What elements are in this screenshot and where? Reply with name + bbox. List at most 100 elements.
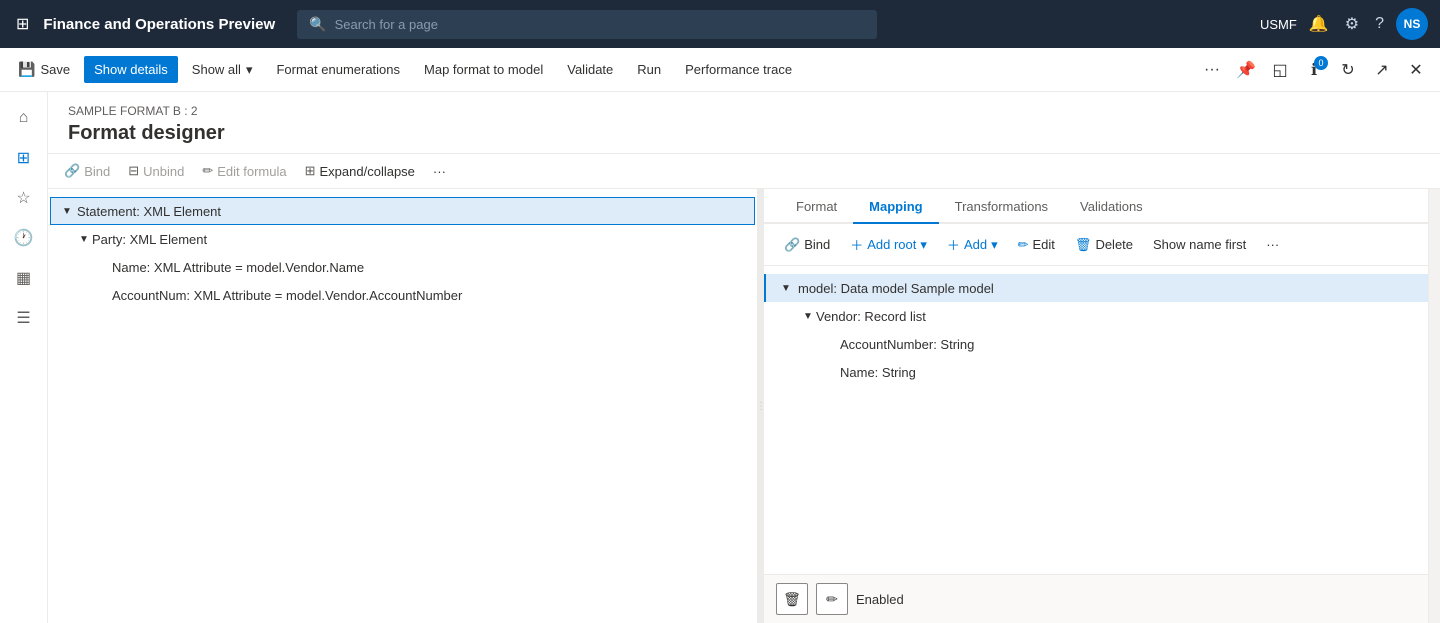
map-format-to-model-button[interactable]: Map format to model	[414, 56, 553, 83]
list-item[interactable]: ▷ Name: String	[764, 358, 1428, 386]
tree-toggle-icon: ▼	[800, 311, 816, 322]
refresh-icon[interactable]: ↻	[1332, 54, 1364, 86]
expand-collapse-button[interactable]: ⊞ Expand/collapse	[297, 158, 423, 184]
page-title: Format designer	[68, 122, 1420, 145]
edit-icon: ✏	[1018, 237, 1029, 253]
help-icon[interactable]: ?	[1371, 11, 1388, 37]
vertical-scrollbar[interactable]	[1428, 189, 1440, 623]
link-icon: 🔗	[784, 237, 800, 253]
split-panel: ▼ Statement: XML Element ▼ Party: XML El…	[48, 189, 1440, 623]
tab-mapping[interactable]: Mapping	[853, 189, 938, 224]
avatar[interactable]: NS	[1396, 8, 1428, 40]
show-name-first-button[interactable]: Show name first	[1145, 232, 1254, 257]
external-link-icon[interactable]: ↗	[1366, 54, 1398, 86]
more-toolbar-button[interactable]: ···	[425, 159, 454, 184]
validate-button[interactable]: Validate	[557, 56, 623, 83]
sidebar-item-home[interactable]: ⌂	[6, 100, 42, 136]
run-button[interactable]: Run	[627, 56, 671, 83]
close-icon[interactable]: ✕	[1400, 54, 1432, 86]
bind-button[interactable]: 🔗 Bind	[56, 158, 118, 184]
more-mapping-button[interactable]: ···	[1258, 232, 1287, 257]
main-layout: ⌂ ⊞ ☆ 🕐 ▦ ☰ SAMPLE FORMAT B : 2 Format d…	[0, 92, 1440, 623]
status-badge: Enabled	[856, 592, 904, 607]
mapping-bind-button[interactable]: 🔗 Bind	[776, 232, 838, 258]
tree-toggle-icon: ▼	[59, 206, 75, 217]
command-bar-right: ··· 📌 ◱ ℹ 0 ↻ ↗ ✕	[1196, 54, 1432, 86]
tree-item-label: Statement: XML Element	[77, 204, 221, 219]
unlink-icon: ⊟	[128, 163, 139, 179]
tabs-row: Format Mapping Transformations Validatio…	[764, 189, 1428, 224]
show-all-button[interactable]: Show all ▾	[182, 56, 263, 84]
plus-icon: ＋	[850, 235, 863, 254]
search-placeholder: Search for a page	[335, 17, 438, 32]
chevron-down-icon: ▾	[246, 62, 253, 78]
tab-validations[interactable]: Validations	[1064, 189, 1159, 224]
table-row[interactable]: ▼ Statement: XML Element	[50, 197, 755, 225]
tree-toggle-icon: ▼	[76, 234, 92, 245]
tree-item-label: Name: XML Attribute = model.Vendor.Name	[112, 260, 364, 275]
table-row[interactable]: ▼ Party: XML Element	[48, 225, 757, 253]
list-item[interactable]: ▼ Vendor: Record list	[764, 302, 1428, 330]
mapping-delete-button[interactable]: 🗑	[776, 583, 808, 615]
page-header: SAMPLE FORMAT B : 2 Format designer	[48, 92, 1440, 154]
sidebar-item-workspaces[interactable]: ▦	[6, 260, 42, 296]
top-nav-right: USMF 🔔 ⚙ ? NS	[1260, 8, 1428, 40]
tab-transformations[interactable]: Transformations	[939, 189, 1064, 224]
sidebar-item-favorites[interactable]: ☆	[6, 180, 42, 216]
sidebar-item-filter[interactable]: ⊞	[6, 140, 42, 176]
user-company: USMF	[1260, 17, 1297, 32]
grid-menu-icon[interactable]: ⊞	[12, 10, 33, 38]
left-sidebar: ⌂ ⊞ ☆ 🕐 ▦ ☰	[0, 92, 48, 623]
expand-icon: ⊞	[305, 163, 316, 179]
list-item[interactable]: ▼ model: Data model Sample model	[764, 274, 1428, 302]
trash-icon: 🗑	[1075, 237, 1092, 253]
save-button[interactable]: 💾 Save	[8, 55, 80, 84]
link-icon: 🔗	[64, 163, 80, 179]
edit-formula-button[interactable]: ✏ Edit formula	[194, 158, 294, 184]
tree-item-label: AccountNum: XML Attribute = model.Vendor…	[112, 288, 462, 303]
list-item[interactable]: ▷ AccountNumber: String	[764, 330, 1428, 358]
content-area: SAMPLE FORMAT B : 2 Format designer 🔗 Bi…	[48, 92, 1440, 623]
add-button[interactable]: ＋ Add ▾	[939, 230, 1006, 259]
badge-count: 0	[1314, 56, 1328, 70]
format-enumerations-button[interactable]: Format enumerations	[266, 56, 410, 83]
delete-button[interactable]: 🗑 Delete	[1067, 232, 1141, 258]
mapping-item-label: model: Data model Sample model	[798, 281, 994, 296]
breadcrumb: SAMPLE FORMAT B : 2	[68, 104, 1420, 118]
top-navigation: ⊞ Finance and Operations Preview 🔍 Searc…	[0, 0, 1440, 48]
mapping-tree: ▼ model: Data model Sample model ▼ Vendo…	[764, 266, 1428, 574]
info-badge-button[interactable]: ℹ 0	[1298, 54, 1330, 86]
search-icon: 🔍	[309, 16, 326, 33]
mapping-bottom: 🗑 ✏ Enabled	[764, 574, 1428, 623]
table-row[interactable]: ▷ Name: XML Attribute = model.Vendor.Nam…	[48, 253, 757, 281]
edit-icon: ✏	[826, 591, 838, 608]
more-commands-button[interactable]: ···	[1196, 54, 1228, 86]
search-box[interactable]: 🔍 Search for a page	[297, 10, 877, 39]
sidebar-item-recent[interactable]: 🕐	[6, 220, 42, 256]
view-icon[interactable]: ◱	[1264, 54, 1296, 86]
show-details-button[interactable]: Show details	[84, 56, 178, 83]
settings-icon[interactable]: ⚙	[1341, 10, 1363, 38]
tab-format[interactable]: Format	[780, 189, 853, 224]
tree-item-label: Party: XML Element	[92, 232, 207, 247]
tree-toggle-icon: ▼	[778, 283, 794, 294]
edit-button[interactable]: ✏ Edit	[1010, 232, 1063, 258]
app-title: Finance and Operations Preview	[43, 16, 275, 33]
unbind-button[interactable]: ⊟ Unbind	[120, 158, 192, 184]
sidebar-item-list[interactable]: ☰	[6, 300, 42, 336]
mapping-item-label: Name: String	[840, 365, 916, 380]
command-bar: 💾 Save Show details Show all ▾ Format en…	[0, 48, 1440, 92]
plus-icon: ＋	[947, 235, 960, 254]
pin-icon[interactable]: 📌	[1230, 54, 1262, 86]
add-root-button[interactable]: ＋ Add root ▾	[842, 230, 935, 259]
chevron-down-icon: ▾	[991, 237, 998, 253]
performance-trace-button[interactable]: Performance trace	[675, 56, 802, 83]
mapping-item-label: AccountNumber: String	[840, 337, 974, 352]
table-row[interactable]: ▷ AccountNum: XML Attribute = model.Vend…	[48, 281, 757, 309]
notification-icon[interactable]: 🔔	[1305, 10, 1333, 38]
save-icon: 💾	[18, 61, 35, 78]
mapping-toolbar: 🔗 Bind ＋ Add root ▾ ＋ Add ▾ ✏	[764, 224, 1428, 266]
format-tree-panel: ▼ Statement: XML Element ▼ Party: XML El…	[48, 189, 758, 623]
mapping-edit-button[interactable]: ✏	[816, 583, 848, 615]
formula-icon: ✏	[202, 163, 213, 179]
